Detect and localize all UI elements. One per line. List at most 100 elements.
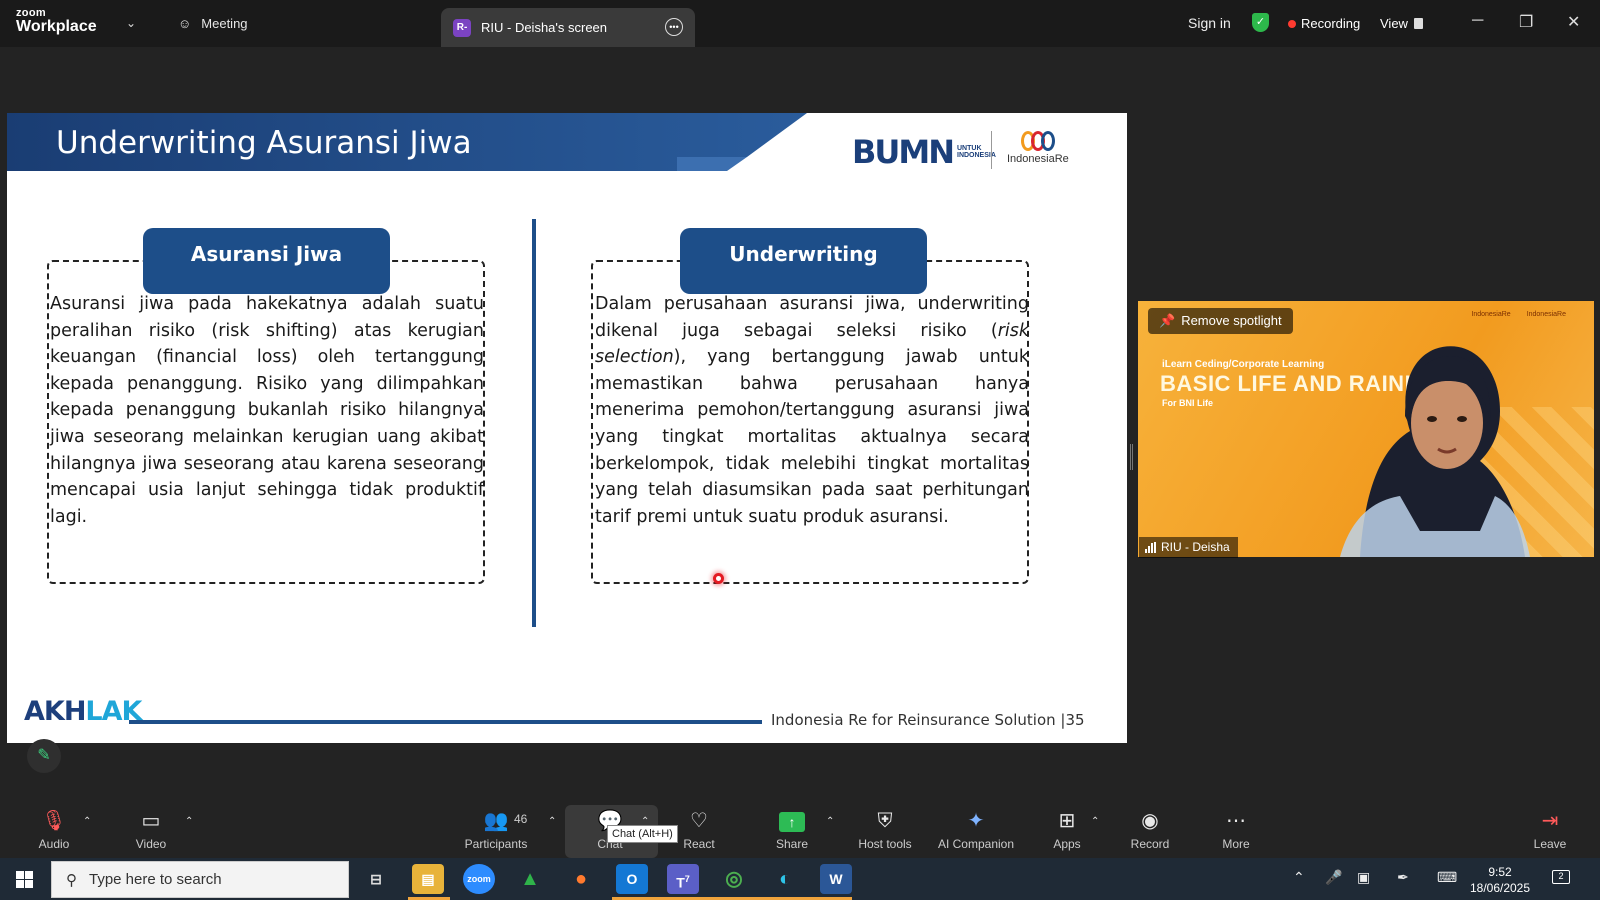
background-logos: IndonesiaRe IndonesiaRe xyxy=(1471,311,1566,318)
react-label: React xyxy=(683,837,715,851)
tab-shared-screen[interactable]: R- RIU - Deisha's screen ••• xyxy=(441,8,695,47)
file-explorer-icon[interactable]: ▤ xyxy=(412,864,444,894)
heart-icon: ♡ xyxy=(690,810,708,832)
clock-date: 18/06/2025 xyxy=(1469,881,1531,895)
encryption-shield-icon[interactable]: ✓ xyxy=(1252,13,1269,32)
participants-label: Participants xyxy=(464,837,528,851)
leave-label: Leave xyxy=(1533,837,1567,851)
muted-mic-icon: 🎙 xyxy=(41,810,67,832)
show-hidden-icons-icon[interactable]: ⌃ xyxy=(1293,869,1305,886)
view-label: View xyxy=(1380,16,1408,31)
keyboard-icon[interactable]: ⌨ xyxy=(1437,869,1457,886)
firefox-icon[interactable]: ● xyxy=(565,864,597,894)
participants-options-caret-icon[interactable]: ⌃ xyxy=(548,816,556,827)
apps-options-caret-icon[interactable]: ⌃ xyxy=(1091,816,1099,827)
share-options-caret-icon[interactable]: ⌃ xyxy=(826,816,834,827)
recording-dot-icon xyxy=(1288,19,1296,28)
footer-line xyxy=(129,720,762,724)
bumn-logo-text: BUMN xyxy=(852,133,955,171)
zoom-workplace-logo: zoom Workplace xyxy=(16,8,97,35)
tab-avatar-badge: R- xyxy=(453,18,471,37)
view-menu-button[interactable]: View xyxy=(1380,16,1423,31)
clock-time: 9:52 xyxy=(1488,865,1512,879)
edge-icon[interactable]: ◐ xyxy=(769,864,801,894)
teams-icon[interactable]: T7 xyxy=(667,864,699,894)
more-button[interactable]: ⋯ More xyxy=(1196,808,1276,851)
bg-subtitle: For BNI Life xyxy=(1162,398,1213,408)
restore-icon[interactable]: ❐ xyxy=(1519,12,1533,32)
brand-bottom: Workplace xyxy=(16,18,97,35)
meeting-label: Meeting xyxy=(201,16,248,31)
asuransi-jiwa-text: Asuransi jiwa pada hakekatnya adalah sua… xyxy=(50,294,484,527)
minimize-icon[interactable]: ─ xyxy=(1472,12,1483,30)
host-tools-button[interactable]: ⛨ Host tools xyxy=(845,808,925,851)
more-label: More xyxy=(1222,837,1250,851)
leave-icon: ⇥ xyxy=(1541,810,1559,832)
notification-center-icon[interactable]: 2 xyxy=(1552,870,1570,884)
apps-button[interactable]: ⊞ Apps xyxy=(1027,808,1107,851)
record-button[interactable]: ◉ Record xyxy=(1110,808,1190,851)
bg-logo-1: IndonesiaRe xyxy=(1471,311,1511,318)
akhlak-logo: AKHLAK xyxy=(24,696,142,727)
bumn-sub-line1: UNTUK xyxy=(957,144,982,152)
vertical-divider xyxy=(532,219,536,627)
video-label: Video xyxy=(135,837,167,851)
remove-spotlight-button[interactable]: 📌 Remove spotlight xyxy=(1148,308,1293,334)
video-tile[interactable]: IndonesiaRe IndonesiaRe iLearn Ceding/Co… xyxy=(1138,301,1594,557)
taskbar-clock[interactable]: 9:52 18/06/2025 xyxy=(1460,864,1540,896)
recording-label: Recording xyxy=(1301,16,1361,31)
google-drive-icon[interactable]: ▲ xyxy=(514,864,546,894)
slide-title: Underwriting Asuransi Jiwa xyxy=(56,125,472,161)
remove-spotlight-label: Remove spotlight xyxy=(1181,313,1282,328)
audio-options-caret-icon[interactable]: ⌃ xyxy=(83,816,91,827)
share-screen-icon: ↑ xyxy=(752,808,832,834)
tab-label: RIU - Deisha's screen xyxy=(481,20,608,35)
react-button[interactable]: ♡ React xyxy=(659,808,739,851)
microphone-icon[interactable]: 🎤 xyxy=(1325,869,1342,886)
participant-name-tag: RIU - Deisha xyxy=(1139,537,1238,558)
underwriting-text-a: Dalam perusahaan asuransi jiwa, underwri… xyxy=(595,294,1029,341)
meeting-menu[interactable]: ☺ Meeting xyxy=(178,16,248,31)
panel-resize-handle[interactable] xyxy=(1130,444,1133,470)
video-options-caret-icon[interactable]: ⌃ xyxy=(185,816,193,827)
close-icon[interactable]: ✕ xyxy=(1567,12,1580,32)
leave-button[interactable]: ⇥ Leave xyxy=(1510,808,1590,851)
meeting-icon: ☺ xyxy=(178,16,192,31)
record-icon: ◉ xyxy=(1141,810,1159,832)
underwriting-header: Underwriting xyxy=(680,228,927,294)
outlook-icon[interactable]: O xyxy=(616,864,648,894)
taskbar-search-box[interactable]: ⚲ Type here to search xyxy=(51,861,349,898)
share-button[interactable]: ↑ Share xyxy=(752,808,832,851)
audio-label: Audio xyxy=(38,837,70,851)
host-tools-label: Host tools xyxy=(858,837,912,851)
sign-in-link[interactable]: Sign in xyxy=(1188,15,1231,31)
ai-companion-button[interactable]: ✦ AI Companion xyxy=(936,808,1016,851)
video-button[interactable]: ▭ Video xyxy=(111,808,191,851)
windows-start-icon[interactable] xyxy=(16,871,33,888)
annotate-pencil-icon[interactable]: ✎ xyxy=(27,739,61,773)
recording-indicator[interactable]: Recording xyxy=(1288,16,1360,31)
video-camera-icon: ▭ xyxy=(141,810,161,832)
record-label: Record xyxy=(1130,837,1170,851)
sparkle-icon: ✦ xyxy=(967,810,985,832)
audio-button[interactable]: 🎙 Audio xyxy=(14,808,94,851)
chevron-down-icon[interactable]: ⌄ xyxy=(126,16,136,30)
chrome-icon[interactable]: ◎ xyxy=(718,864,750,894)
participant-count-badge: 46 xyxy=(514,812,528,826)
underwriting-text-b: ), yang bertanggung jawab untuk memastik… xyxy=(595,347,1029,527)
notification-count: 2 xyxy=(1558,871,1564,881)
ai-companion-label: AI Companion xyxy=(937,837,1015,851)
display-icon[interactable]: ▣ xyxy=(1357,869,1370,886)
more-options-icon[interactable]: ••• xyxy=(665,18,683,36)
more-dots-icon: ⋯ xyxy=(1226,810,1246,832)
bg-title-small: iLearn Ceding/Corporate Learning xyxy=(1162,359,1325,370)
participant-name: RIU - Deisha xyxy=(1161,540,1230,554)
task-view-icon[interactable]: ⊟ xyxy=(360,864,392,894)
pen-icon[interactable]: ✒ xyxy=(1397,869,1409,886)
akhlak-logo-a: AKH xyxy=(24,696,86,727)
underwriting-text: Dalam perusahaan asuransi jiwa, underwri… xyxy=(595,291,1029,530)
word-icon[interactable]: W xyxy=(820,864,852,894)
title-bar: zoom Workplace ⌄ ☺ Meeting R- RIU - Deis… xyxy=(0,0,1600,47)
zoom-app-icon[interactable]: zoom xyxy=(463,864,495,894)
indonesiare-logo: IndonesiaRe xyxy=(1007,131,1069,165)
